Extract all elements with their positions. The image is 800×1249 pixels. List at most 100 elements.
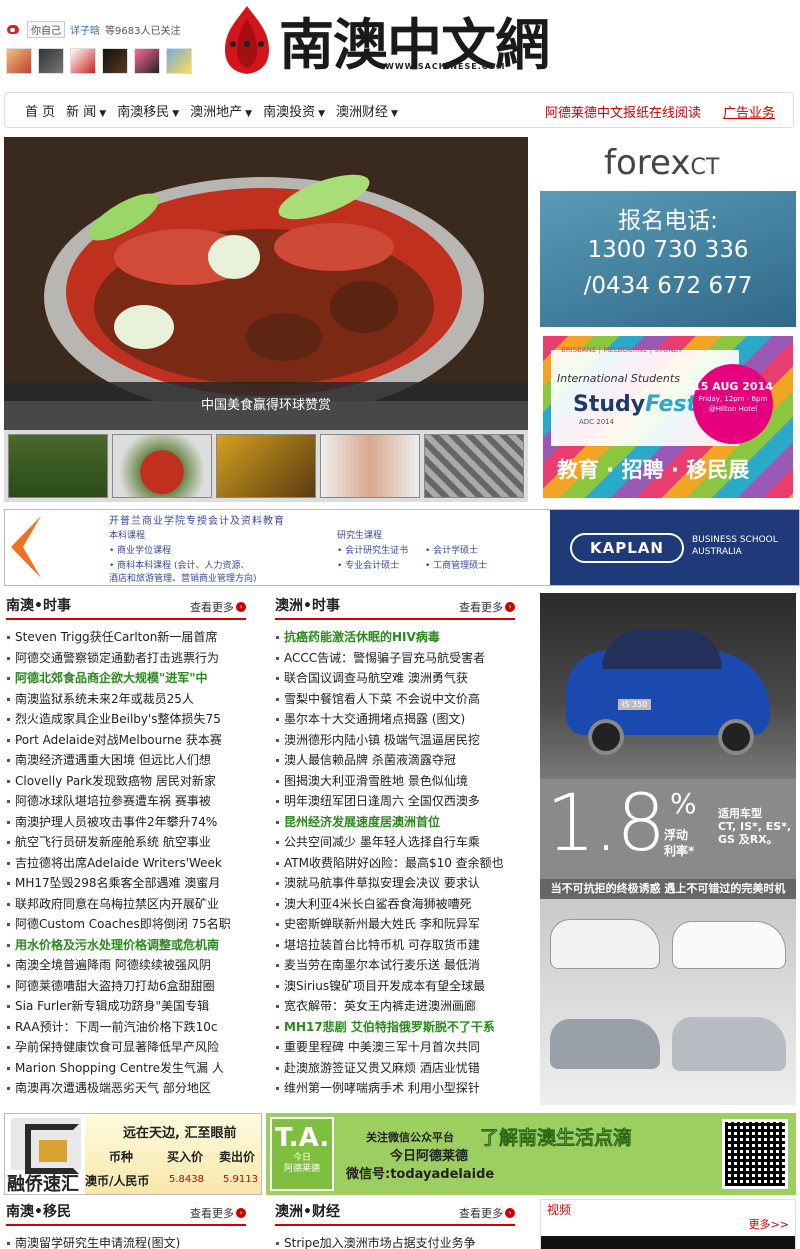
news-list: Stripe加入澳洲市场占据支付业务争 [275,1233,515,1249]
thumbnail[interactable] [216,434,316,498]
list-item[interactable]: 阿德交通警察锁定通勤者打击逃票行为 [6,648,246,669]
video-box: 视频 更多>> [540,1199,796,1249]
list-item[interactable]: RAA预计：下周一前汽油价格下跌10c [6,1017,246,1038]
list-item[interactable]: 图揭澳大利亚滑雪胜地 景色似仙境 [275,771,515,792]
lexus-float-1: 浮动 [664,828,689,842]
list-item[interactable]: 澳大利亚4米长白鲨吞食海狮被嘈死 [275,894,515,915]
list-item[interactable]: 雪梨中餐馆看人下菜 不会说中文价高 [275,689,515,710]
list-item[interactable]: 南澳监狱系统未来2年或裁员25人 [6,689,246,710]
ta-wechat-id: 微信号:todayadelaide [346,1167,495,1182]
list-item[interactable]: 南澳再次遭遇极端恶劣天气 部分地区 [6,1078,246,1099]
list-item[interactable]: 联邦政府同意在乌梅拉禁区内开展矿业 [6,894,246,915]
weibo-user-link[interactable]: 详子晗 [70,22,100,37]
list-item[interactable]: 澳Sirius镍矿项目开发成本有望全球最 [275,976,515,997]
list-item[interactable]: ATM收费陷阱好凶险：最高$10 查余额也 [275,853,515,874]
list-item[interactable]: 昆州经济发展速度居澳洲首位 [275,812,515,833]
video-more-link[interactable]: 更多>> [749,1216,789,1232]
list-item[interactable]: Port Adelaide对战Melbourne 获本赛 [6,730,246,751]
list-item[interactable]: 航空飞行员研发新座舱系统 航空事业 [6,832,246,853]
nav-advertising-link[interactable]: 广告业务 [723,102,775,121]
list-item[interactable]: 阿德北郊食品商企欲大规模"进军"中 [6,668,246,689]
view-more-link[interactable]: 查看更多 › [459,599,515,615]
avatar[interactable] [166,48,192,74]
weibo-self-button[interactable]: 你自己 [27,20,65,38]
list-item[interactable]: 用水价格及污水处理价格调整或危机南 [6,935,246,956]
avatar[interactable] [70,48,96,74]
list-item[interactable]: 明年澳纽军团日逢周六 全国仅西澳多 [275,791,515,812]
nav-property-label: 澳洲地产 [190,104,243,120]
kaplan-school-2: AUSTRALIA [692,547,742,557]
today-adelaide-ad[interactable]: T.A. 今日 阿德莱德 关注微信公众平台 了解南澳生活点滴 今日阿德莱德 微信… [266,1113,796,1195]
kaplan-postgrad-2: • 会计学硕士 [425,546,479,556]
lexus-ad[interactable]: IS 350 1.8 % 浮动 利率* 适用车型 CT, IS*, ES*, GS 及… [540,593,796,1105]
avatar[interactable] [102,48,128,74]
list-item[interactable]: Marion Shopping Centre发生气漏 人 [6,1058,246,1079]
list-item[interactable]: 宽衣解带：英女王内裤走进澳洲画廊 [275,996,515,1017]
view-more-link[interactable]: 查看更多 › [190,1205,246,1221]
list-item[interactable]: 史密斯蝉联新州最大姓氏 李和阮异军 [275,914,515,935]
video-player[interactable] [541,1236,795,1249]
list-item[interactable]: Steven Trigg获任Carlton新一届首席 [6,627,246,648]
nav-immigration[interactable]: 南澳移民 ▼ [117,101,179,120]
nav-property[interactable]: 澳洲地产 ▼ [190,101,252,120]
remittance-ad[interactable]: 融侨速汇 远在天边, 汇至眼前 币种 买入价 卖出价 澳币/人民币 5.8438… [4,1113,262,1195]
ta-logo-big: T.A. [274,1123,330,1153]
hero-image[interactable] [4,137,528,401]
list-item[interactable]: Sia Furler新专辑成功跻身"美国专辑 [6,996,246,1017]
site-logo[interactable]: 南澳中文網 WWW.SACHINESE.COM [217,4,557,77]
list-item[interactable]: 吉拉德将出席Adelaide Writers'Week [6,853,246,874]
list-item[interactable]: 阿德Custom Coaches即将倒闭 75名职 [6,914,246,935]
kaplan-logo: KAPLAN [570,533,684,563]
view-more-link[interactable]: 查看更多 › [459,1205,515,1221]
list-item[interactable]: 澳人最信赖品牌 杀菌液滴露夺冠 [275,750,515,771]
list-item[interactable]: 南澳留学研究生申请流程(图文) [6,1233,246,1249]
kaplan-postgrad-heading: 研究生课程 [337,531,383,541]
thumbnail[interactable] [8,434,108,498]
avatar[interactable] [134,48,160,74]
list-item[interactable]: 南澳经济遭遇重大困境 但远比人们想 [6,750,246,771]
list-item[interactable]: 麦当劳在南墨尔本试行麦乐送 最低消 [275,955,515,976]
list-item[interactable]: 澳就马航事件草拟安理会决议 要求认 [275,873,515,894]
nav-home[interactable]: 首 页 [25,101,55,120]
list-item[interactable]: 阿德冰球队堪培拉参赛遭车祸 赛事被 [6,791,246,812]
thumbnail[interactable] [424,434,524,498]
list-item[interactable]: 联合国议调查马航空难 澳洲勇气获 [275,668,515,689]
list-item[interactable]: 堪培拉装首台比特币机 可存取货币建 [275,935,515,956]
thumbnail[interactable] [112,434,212,498]
list-item[interactable]: ACCC告诫：警惕骗子冒充马航受害者 [275,648,515,669]
list-item[interactable]: 阿德莱德嘈甜大盗持刀打劫6盒甜甜圈 [6,976,246,997]
list-item[interactable]: 重要里程碑 中美澳三军十月首次共同 [275,1037,515,1058]
list-item[interactable]: Stripe加入澳洲市场占据支付业务争 [275,1233,515,1249]
study-date: 15 AUG 2014 [693,380,773,393]
study-cn-tagline: 教育 · 招聘 · 移民展 [557,458,750,482]
list-item[interactable]: 维州第一例哮喘病手术 利用小型探针 [275,1078,515,1099]
list-item[interactable]: Clovelly Park发现致癌物 居民对新家 [6,771,246,792]
nav-finance[interactable]: 澳洲财经 ▼ [336,101,398,120]
logo-url: WWW.SACHINESE.COM [385,62,506,71]
list-item[interactable]: 赴澳旅游签证又贵又麻烦 酒店业忧错 [275,1058,515,1079]
kaplan-banner[interactable]: 开普兰商业学院专授会计及资料教育 本科课程 • 商业学位课程 • 商科本科课程 … [4,509,800,586]
studyfest-ad[interactable]: BRISBANE | MELBOURNE | SYDNEY Internatio… [543,336,793,498]
nav-investment[interactable]: 南澳投资 ▼ [263,101,325,120]
list-item[interactable]: 抗癌药能激活休眠的HIV病毒 [275,627,515,648]
list-item[interactable]: MH17坠毁298名乘客全部遇难 澳蜜月 [6,873,246,894]
forexct-ad[interactable]: forexCT 报名电话: 1300 730 336 /0434 672 677 [540,137,796,327]
rate-header-buy: 买入价 [167,1150,204,1164]
list-item[interactable]: 澳洲德形内陆小镇 极端气温逼居民挖 [275,730,515,751]
list-item[interactable]: 墨尔本十大交通拥堵点揭露 (图文) [275,709,515,730]
avatar[interactable] [38,48,64,74]
hero-caption[interactable]: 中国美食赢得环球赞赏 [4,382,528,430]
thumbnail[interactable] [320,434,420,498]
view-more-link[interactable]: 查看更多 › [190,599,246,615]
nav-news[interactable]: 新 闻 ▼ [66,101,106,120]
chevron-down-icon: ▼ [318,108,326,119]
list-item[interactable]: 孕前保持健康饮食可显著降低早产风险 [6,1037,246,1058]
avatar[interactable] [6,48,32,74]
nav-newspaper-link[interactable]: 阿德莱德中文报纸在线阅读 [545,102,701,121]
list-item[interactable]: 公共空间减少 墨年轻人选择自行车乘 [275,832,515,853]
column-header: 南澳•移民 查看更多 › [6,1202,246,1226]
list-item[interactable]: 南澳全境普遍降雨 阿德续续被强风阴 [6,955,246,976]
list-item[interactable]: MH17悲剧 艾伯特指俄罗斯脱不了干系 [275,1017,515,1038]
list-item[interactable]: 烈火造成家具企业Beilby's整体损失75 [6,709,246,730]
list-item[interactable]: 南澳护理人员被攻击事件2年攀升74% [6,812,246,833]
